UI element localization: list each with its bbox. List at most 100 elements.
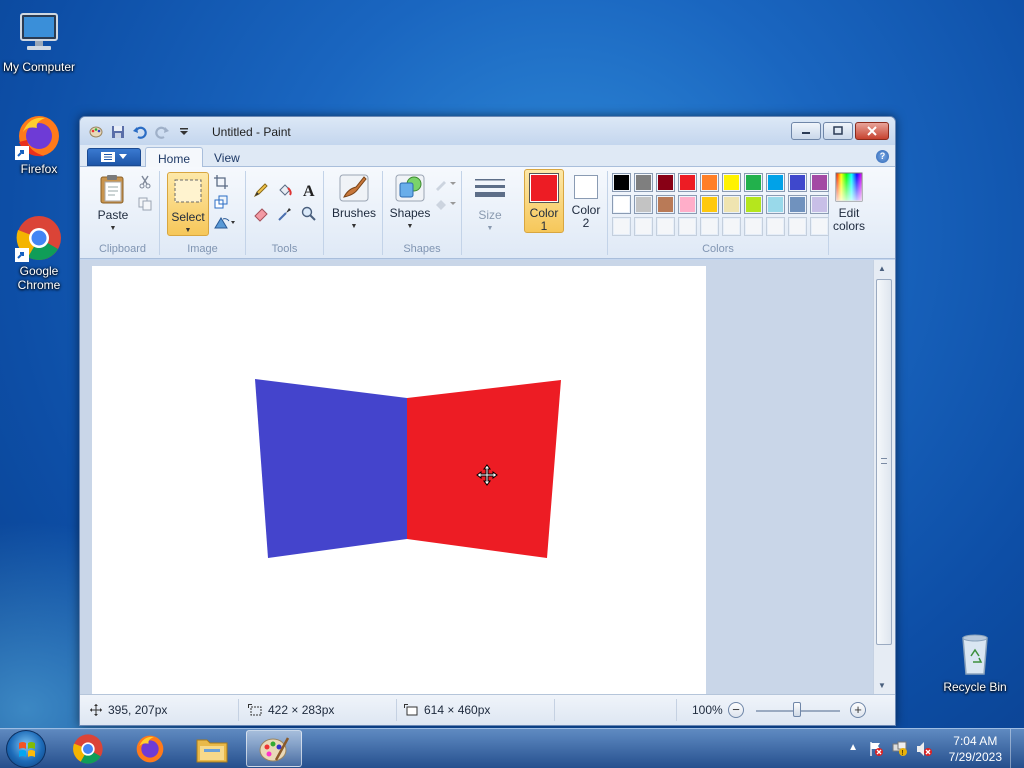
select-button[interactable]: Select ▼ bbox=[167, 172, 209, 236]
status-bar: 395, 207px 422 × 283px 614 × 460px 100% … bbox=[80, 694, 895, 725]
close-button[interactable] bbox=[855, 122, 889, 140]
palette-swatch[interactable] bbox=[722, 217, 741, 236]
windows-logo-icon bbox=[19, 742, 35, 757]
maximize-icon bbox=[833, 126, 843, 135]
cut-icon[interactable] bbox=[136, 173, 154, 191]
resize-icon[interactable] bbox=[212, 193, 230, 211]
ribbon: Paste ▼ Clipboard Select ▼ Image A Tools… bbox=[80, 167, 895, 259]
palette-swatch[interactable] bbox=[634, 217, 653, 236]
palette-swatch[interactable] bbox=[634, 173, 653, 192]
palette-swatch[interactable] bbox=[744, 217, 763, 236]
palette-swatch[interactable] bbox=[612, 195, 631, 214]
zoom-out-button[interactable]: − bbox=[728, 702, 744, 718]
desktop-icon-recycle-bin[interactable]: Recycle Bin bbox=[936, 630, 1014, 694]
fill-shape-icon[interactable] bbox=[433, 195, 457, 213]
palette-swatch[interactable] bbox=[810, 173, 829, 192]
computer-icon bbox=[15, 10, 63, 58]
palette-swatch[interactable] bbox=[678, 195, 697, 214]
vertical-scrollbar[interactable]: ▲ ▼ bbox=[873, 260, 895, 694]
tab-home[interactable]: Home bbox=[145, 147, 204, 168]
edit-colors-button[interactable]: Edit colors bbox=[828, 171, 870, 233]
palette-swatch[interactable] bbox=[612, 217, 631, 236]
palette-swatch[interactable] bbox=[788, 173, 807, 192]
palette-swatch[interactable] bbox=[678, 217, 697, 236]
customize-toolbar-icon[interactable] bbox=[176, 124, 192, 140]
palette-swatch[interactable] bbox=[766, 195, 785, 214]
clock-time: 7:04 AM bbox=[953, 734, 998, 748]
color2-button[interactable]: Color 2 bbox=[567, 172, 605, 230]
palette-swatch[interactable] bbox=[722, 173, 741, 192]
drawing-canvas[interactable] bbox=[92, 266, 706, 694]
taskbar-firefox[interactable] bbox=[122, 730, 178, 767]
eraser-icon[interactable] bbox=[250, 203, 272, 225]
palette-swatch[interactable] bbox=[788, 217, 807, 236]
volume-muted-icon[interactable] bbox=[916, 741, 932, 757]
palette-swatch[interactable] bbox=[744, 195, 763, 214]
tools-group: A Tools bbox=[246, 171, 324, 255]
color-picker-icon[interactable] bbox=[274, 203, 296, 225]
action-center-icon[interactable] bbox=[868, 741, 884, 757]
palette-swatch[interactable] bbox=[612, 173, 631, 192]
maximize-button[interactable] bbox=[823, 122, 853, 140]
palette-swatch[interactable] bbox=[634, 195, 653, 214]
redo-icon[interactable] bbox=[154, 124, 170, 140]
title-bar[interactable]: Untitled - Paint bbox=[80, 117, 895, 145]
magnifier-icon[interactable] bbox=[298, 203, 320, 225]
taskbar-paint[interactable] bbox=[246, 730, 302, 767]
palette-swatch[interactable] bbox=[766, 217, 785, 236]
network-icon[interactable]: ! bbox=[892, 741, 908, 757]
desktop-icon-google-chrome[interactable]: Google Chrome bbox=[0, 214, 78, 292]
outline-icon[interactable] bbox=[433, 175, 457, 193]
palette-swatch[interactable] bbox=[700, 217, 719, 236]
palette-swatch[interactable] bbox=[700, 195, 719, 214]
zoom-slider-thumb[interactable] bbox=[793, 702, 801, 717]
palette-swatch[interactable] bbox=[810, 195, 829, 214]
clock[interactable]: 7:04 AM 7/29/2023 bbox=[949, 733, 1002, 765]
fill-icon[interactable] bbox=[274, 179, 296, 201]
palette-swatch[interactable] bbox=[656, 195, 675, 214]
minimize-button[interactable] bbox=[791, 122, 821, 140]
image-size: 614 × 460px bbox=[404, 703, 490, 717]
palette-swatch[interactable] bbox=[656, 217, 675, 236]
size-button[interactable]: Size ▼ bbox=[467, 173, 513, 235]
undo-icon[interactable] bbox=[132, 124, 148, 140]
palette-swatch[interactable] bbox=[744, 173, 763, 192]
show-hidden-icons[interactable]: ▲ bbox=[848, 742, 858, 753]
scroll-down-icon[interactable]: ▼ bbox=[878, 681, 886, 690]
taskbar-file-explorer[interactable] bbox=[184, 730, 240, 767]
text-icon[interactable]: A bbox=[298, 179, 320, 201]
help-icon[interactable]: ? bbox=[876, 150, 889, 163]
pencil-icon[interactable] bbox=[250, 179, 272, 201]
taskbar-chrome[interactable] bbox=[60, 730, 116, 767]
palette-swatch[interactable] bbox=[788, 195, 807, 214]
shapes-button[interactable]: Shapes ▼ bbox=[387, 171, 433, 233]
scroll-up-icon[interactable]: ▲ bbox=[878, 264, 886, 273]
crop-icon[interactable] bbox=[212, 173, 230, 191]
palette-swatch[interactable] bbox=[766, 173, 785, 192]
paste-button[interactable]: Paste ▼ bbox=[90, 173, 136, 235]
palette-swatch[interactable] bbox=[656, 173, 675, 192]
copy-icon[interactable] bbox=[136, 195, 154, 213]
rotate-icon[interactable] bbox=[212, 213, 238, 231]
colors-group: Colors bbox=[607, 171, 829, 255]
taskbar: ▲ ! 7:04 AM 7/29/2023 bbox=[0, 728, 1024, 768]
save-icon[interactable] bbox=[110, 124, 126, 140]
canvas-area bbox=[80, 260, 873, 694]
select-icon bbox=[172, 175, 204, 207]
size-label: Size bbox=[478, 208, 502, 222]
color1-button[interactable]: Color 1 bbox=[524, 169, 564, 233]
palette-swatch[interactable] bbox=[678, 173, 697, 192]
desktop-icon-my-computer[interactable]: My Computer bbox=[0, 10, 78, 74]
show-desktop-button[interactable] bbox=[1010, 729, 1024, 768]
desktop-icon-firefox[interactable]: Firefox bbox=[0, 112, 78, 176]
palette-swatch[interactable] bbox=[700, 173, 719, 192]
start-button[interactable] bbox=[6, 730, 46, 768]
palette-swatch[interactable] bbox=[722, 195, 741, 214]
tab-view[interactable]: View bbox=[202, 147, 252, 168]
paint-app-icon[interactable] bbox=[88, 124, 104, 140]
brushes-button[interactable]: Brushes ▼ bbox=[330, 171, 378, 233]
scrollbar-thumb[interactable] bbox=[876, 279, 892, 645]
zoom-in-button[interactable]: + bbox=[850, 702, 866, 718]
palette-swatch[interactable] bbox=[810, 217, 829, 236]
paint-menu-button[interactable] bbox=[87, 148, 141, 166]
